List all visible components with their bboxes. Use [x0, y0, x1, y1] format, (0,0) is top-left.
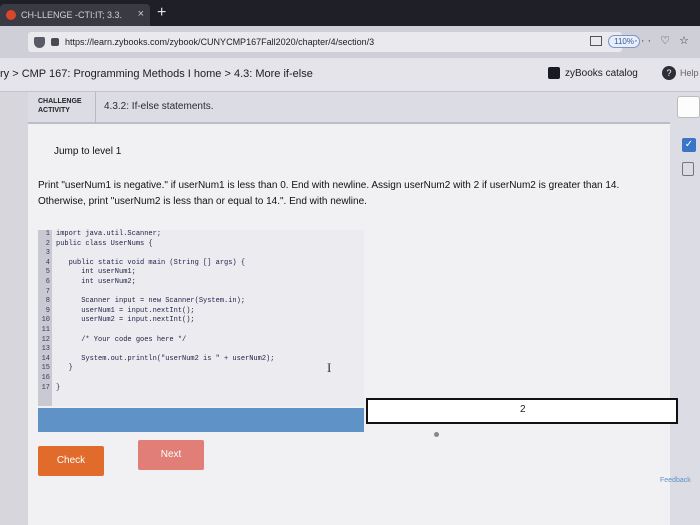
text-cursor-icon: I [327, 360, 332, 375]
check-bar [38, 408, 364, 432]
code-line[interactable]: userNum2 = input.nextInt(); [56, 316, 274, 326]
line-number: 5 [45, 268, 50, 277]
new-tab-button[interactable]: + [157, 4, 166, 22]
url-bar: https://learn.zybooks.com/zybook/CUNYCMP… [0, 26, 700, 58]
badge-line-2: ACTIVITY [38, 107, 70, 114]
line-number: 17 [41, 383, 50, 392]
code-line[interactable]: public class UserNums { [56, 240, 274, 250]
page-actions-icons[interactable]: ··· ♡ ☆ [634, 34, 692, 47]
code-line[interactable]: } [56, 364, 274, 374]
help-label: Help [680, 68, 699, 78]
catalog-link[interactable]: zyBooks catalog [548, 67, 638, 79]
badge-line-1: CHALLENGE [38, 98, 82, 105]
code-line[interactable]: System.out.println("userNum2 is " + user… [56, 355, 274, 365]
code-line[interactable]: /* Your code goes here */ [56, 336, 274, 346]
breadcrumb[interactable]: ry > CMP 167: Programming Methods I home… [0, 68, 313, 80]
cup-icon[interactable] [682, 162, 694, 176]
question-icon: ? [662, 66, 676, 80]
line-number: 9 [45, 306, 50, 315]
line-number: 16 [41, 373, 50, 382]
code-line[interactable]: userNum1 = input.nextInt(); [56, 307, 274, 317]
code-line[interactable]: int userNum1; [56, 268, 274, 278]
right-rail [670, 92, 700, 525]
book-icon [548, 67, 560, 79]
jump-to-level[interactable]: Jump to level 1 [54, 146, 121, 157]
browser-tab-bar: CH-LLENGE -CTI:IT; 3.3. × + [0, 0, 700, 26]
feedback-link[interactable]: Feedback [660, 477, 691, 484]
line-number: 7 [45, 287, 50, 296]
check-button[interactable]: Check [38, 446, 104, 476]
activity-badge: CHALLENGE ACTIVITY [28, 92, 96, 124]
line-number: 3 [45, 249, 50, 258]
catalog-label: zyBooks catalog [565, 67, 638, 79]
level-number: 2 [520, 404, 526, 415]
code-line[interactable]: Scanner input = new Scanner(System.in); [56, 297, 274, 307]
address-field[interactable]: https://learn.zybooks.com/zybook/CUNYCMP… [28, 32, 622, 52]
code-line[interactable]: int userNum2; [56, 278, 274, 288]
code-line[interactable] [56, 326, 274, 336]
line-number: 12 [41, 335, 50, 344]
lock-icon[interactable] [51, 38, 59, 46]
reader-view-icon[interactable] [590, 36, 602, 46]
line-number: 4 [45, 258, 50, 267]
line-number: 6 [45, 277, 50, 286]
activity-header: CHALLENGE ACTIVITY 4.3.2: If-else statem… [28, 92, 670, 124]
favicon-icon [6, 10, 16, 20]
progress-dot [434, 432, 439, 437]
shield-icon[interactable] [34, 36, 45, 48]
tab-title: CH-LLENGE -CTI:IT; 3.3. [21, 10, 123, 20]
line-number: 13 [41, 345, 50, 354]
url-text[interactable]: https://learn.zybooks.com/zybook/CUNYCMP… [65, 37, 374, 47]
line-number: 14 [41, 354, 50, 363]
browser-tab[interactable]: CH-LLENGE -CTI:IT; 3.3. × [0, 4, 150, 26]
line-number: 15 [41, 364, 50, 373]
line-number: 11 [41, 325, 50, 334]
tab-close-icon[interactable]: × [138, 8, 144, 20]
line-number: 8 [45, 297, 50, 306]
zybooks-header: ry > CMP 167: Programming Methods I home… [0, 58, 700, 92]
help-link[interactable]: ? Help [662, 66, 699, 80]
code-line[interactable] [56, 345, 274, 355]
code-line[interactable]: } [56, 384, 274, 394]
line-number: 2 [45, 239, 50, 248]
instructions: Print "userNum1 is negative." if userNum… [38, 180, 620, 207]
line-number: 10 [41, 316, 50, 325]
code-line[interactable]: public static void main (String [] args)… [56, 259, 274, 269]
check-icon[interactable]: ✓ [682, 138, 696, 152]
code-line[interactable]: import java.util.Scanner; [56, 230, 274, 240]
bookmark-box[interactable] [677, 96, 700, 118]
code-editor[interactable]: 1 2 3 4 5 6 7 8 9 10 11 12 13 14 15 16 17 import java.ut… [38, 230, 364, 406]
code-line[interactable] [56, 249, 274, 259]
line-number: 1 [45, 230, 50, 238]
code-body[interactable]: import java.util.Scanner; public class Us… [56, 230, 274, 393]
code-line[interactable] [56, 374, 274, 384]
next-button[interactable]: Next [138, 440, 204, 470]
activity-title: 4.3.2: If-else statements. [104, 101, 214, 112]
code-line[interactable] [56, 288, 274, 298]
line-number-gutter: 1 2 3 4 5 6 7 8 9 10 11 12 13 14 15 16 17 [38, 230, 52, 406]
